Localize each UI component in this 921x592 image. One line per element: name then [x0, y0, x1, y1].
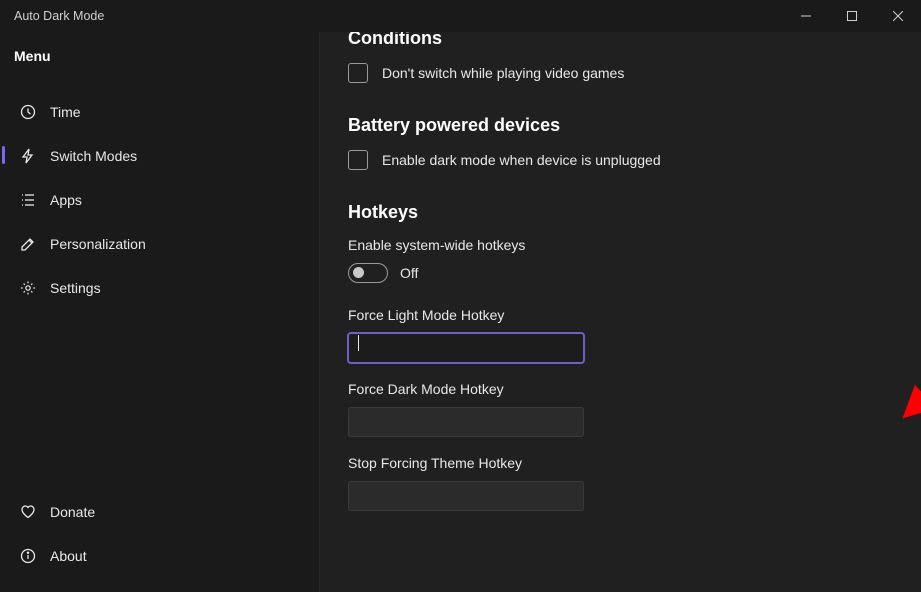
sidebar-item-label: Donate [50, 504, 95, 520]
main-content: Conditions Don't switch while playing vi… [320, 32, 921, 592]
list-icon [20, 192, 36, 208]
sidebar-heading: Menu [0, 36, 319, 88]
sidebar-item-time[interactable]: Time [6, 92, 313, 132]
lightning-icon [20, 148, 36, 164]
sidebar-item-label: Time [50, 104, 81, 120]
force-light-label: Force Light Mode Hotkey [348, 307, 893, 323]
checkbox-label: Enable dark mode when device is unplugge… [382, 152, 661, 168]
sidebar-item-label: Settings [50, 280, 101, 296]
nav-footer-list: Donate About [0, 488, 319, 580]
text-cursor-icon [358, 335, 359, 351]
conditions-heading: Conditions [348, 32, 893, 49]
title-bar: Auto Dark Mode [0, 0, 921, 32]
sidebar-item-donate[interactable]: Donate [6, 492, 313, 532]
info-icon [20, 548, 36, 564]
battery-heading: Battery powered devices [348, 115, 893, 136]
sidebar-item-personalization[interactable]: Personalization [6, 224, 313, 264]
sidebar-item-settings[interactable]: Settings [6, 268, 313, 308]
clock-icon [20, 104, 36, 120]
battery-unplugged-row[interactable]: Enable dark mode when device is unplugge… [348, 150, 893, 170]
stop-forcing-hotkey-input[interactable] [348, 481, 584, 511]
sidebar-item-label: Switch Modes [50, 148, 137, 164]
close-button[interactable] [875, 0, 921, 32]
force-light-hotkey-input[interactable] [348, 333, 584, 363]
window-title: Auto Dark Mode [14, 9, 783, 23]
sidebar-item-apps[interactable]: Apps [6, 180, 313, 220]
nav-list: Time Switch Modes Apps Personalization [0, 88, 319, 312]
toggle-knob-icon [353, 267, 364, 278]
sidebar: Menu Time Switch Modes Apps [0, 32, 320, 592]
checkbox-icon[interactable] [348, 150, 368, 170]
heart-icon [20, 504, 36, 520]
sidebar-item-label: Apps [50, 192, 82, 208]
sidebar-item-label: About [50, 548, 87, 564]
stop-forcing-label: Stop Forcing Theme Hotkey [348, 455, 893, 471]
sidebar-item-label: Personalization [50, 236, 146, 252]
maximize-button[interactable] [829, 0, 875, 32]
edit-icon [20, 236, 36, 252]
checkbox-label: Don't switch while playing video games [382, 65, 624, 81]
minimize-button[interactable] [783, 0, 829, 32]
sidebar-item-switch-modes[interactable]: Switch Modes [6, 136, 313, 176]
hotkeys-heading: Hotkeys [348, 202, 893, 223]
sidebar-item-about[interactable]: About [6, 536, 313, 576]
toggle-state-label: Off [400, 265, 418, 281]
force-dark-hotkey-input[interactable] [348, 407, 584, 437]
enable-hotkeys-toggle[interactable] [348, 263, 388, 283]
checkbox-icon[interactable] [348, 63, 368, 83]
gear-icon [20, 280, 36, 296]
enable-hotkeys-label: Enable system-wide hotkeys [348, 237, 893, 253]
conditions-videogames-row[interactable]: Don't switch while playing video games [348, 63, 893, 83]
force-dark-label: Force Dark Mode Hotkey [348, 381, 893, 397]
annotation-arrow-icon [900, 322, 921, 432]
